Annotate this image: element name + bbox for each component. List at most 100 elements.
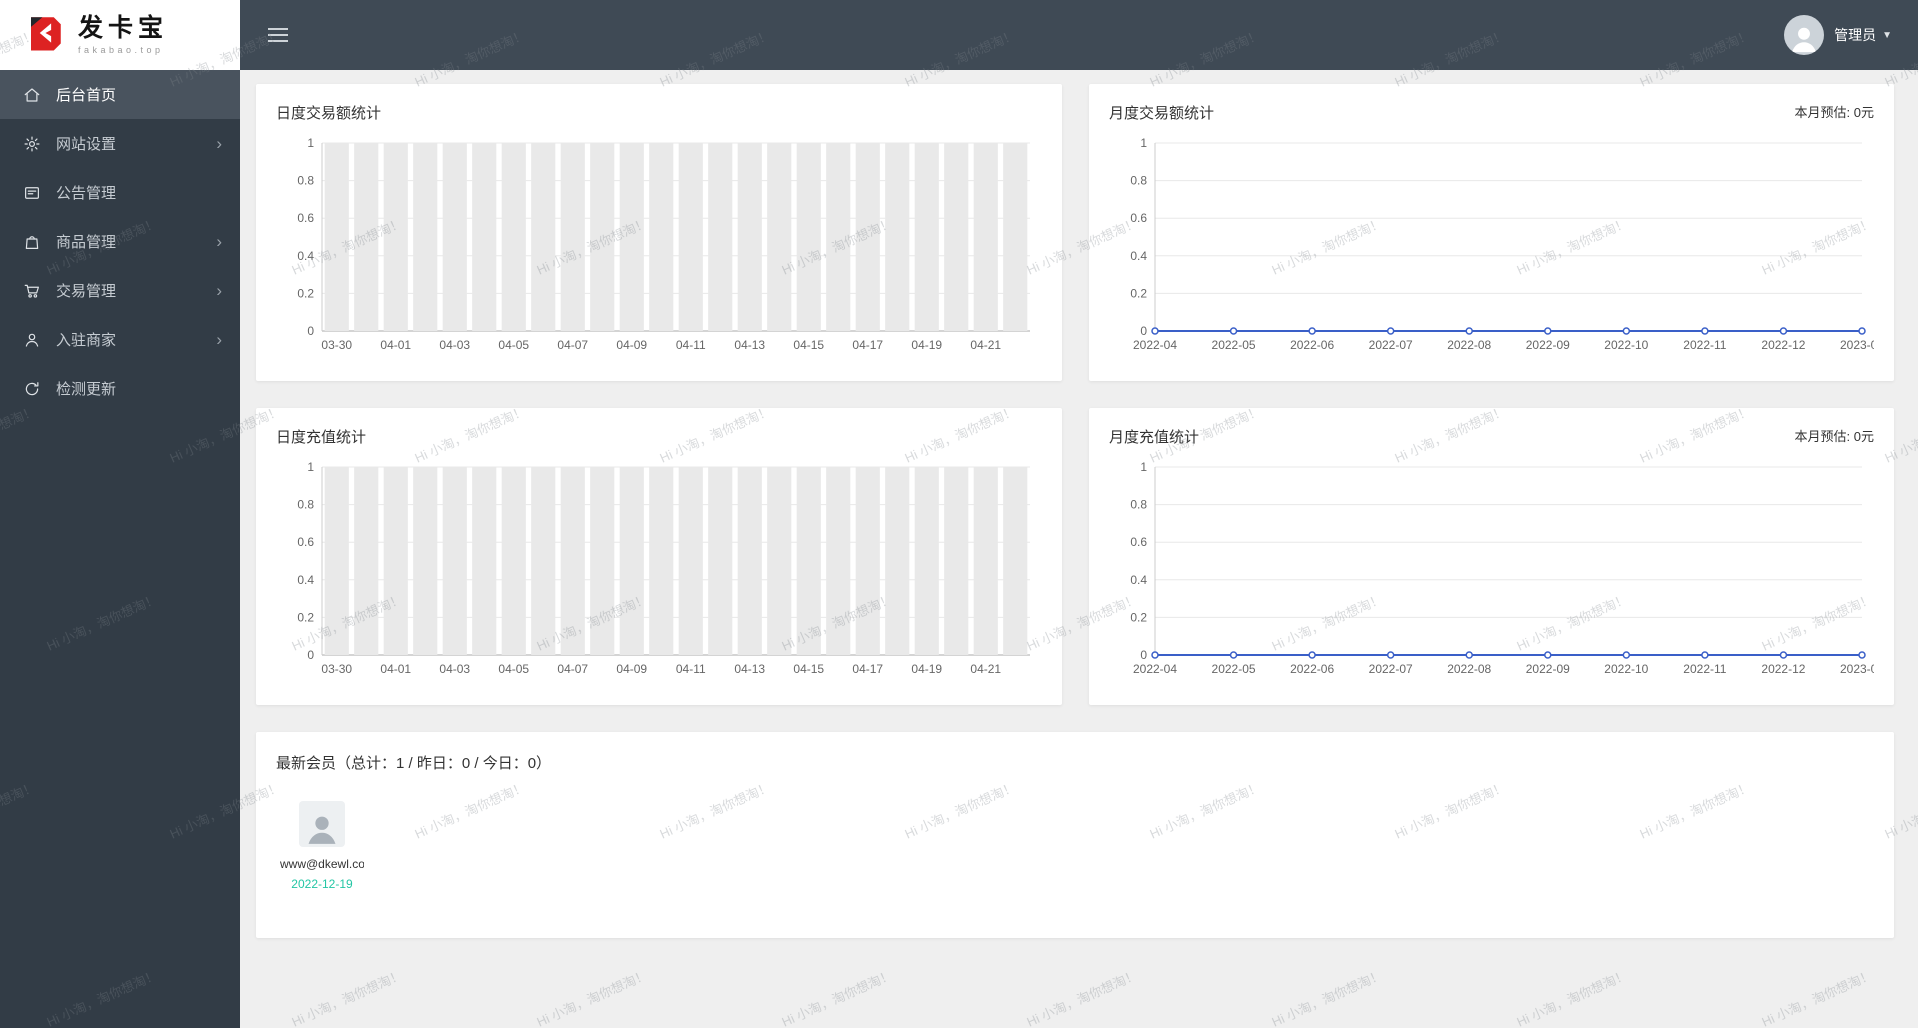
svg-text:04-01: 04-01: [380, 338, 411, 352]
card-title-monthly-trade: 月度交易额统计: [1109, 105, 1215, 122]
svg-text:2022-09: 2022-09: [1526, 662, 1570, 676]
svg-text:0.2: 0.2: [1130, 610, 1147, 624]
monthly-recharge-estimate: 本月预估: 0元: [1794, 429, 1874, 444]
svg-text:0.4: 0.4: [1130, 249, 1147, 263]
member-item[interactable]: www@dkewl.com 2022-12-19: [280, 801, 364, 891]
latest-members-title: 最新会员（总计：1 / 昨日：0 / 今日：0）: [276, 755, 552, 772]
svg-text:04-05: 04-05: [498, 662, 529, 676]
svg-text:2022-05: 2022-05: [1212, 338, 1256, 352]
svg-text:2022-06: 2022-06: [1290, 662, 1334, 676]
svg-text:04-01: 04-01: [380, 662, 411, 676]
svg-text:2022-04: 2022-04: [1133, 338, 1177, 352]
svg-text:2022-07: 2022-07: [1369, 662, 1413, 676]
sidebar-item-label: 交易管理: [56, 283, 117, 300]
svg-text:2022-11: 2022-11: [1683, 338, 1726, 352]
svg-text:2022-12: 2022-12: [1761, 662, 1805, 676]
sidebar-item-label: 网站设置: [56, 136, 117, 153]
main-column: 管理员 ▼ 日度交易额统计 0 0.2 0.4 0.6 0.8 1 03-30 04-01 04…: [240, 0, 1918, 1028]
svg-text:2022-05: 2022-05: [1212, 662, 1256, 676]
svg-text:2022-08: 2022-08: [1447, 338, 1491, 352]
sidebar-item-label: 公告管理: [56, 185, 117, 202]
svg-text:0.8: 0.8: [297, 174, 314, 188]
card-monthly-trade-stats: 月度交易额统计 本月预估: 0元 0 0.2 0.4 0.6 0.8 1 2022-04 20…: [1089, 84, 1894, 381]
member-date: 2022-12-19: [291, 877, 353, 891]
sidebar-item-0[interactable]: 后台首页: [0, 70, 240, 119]
brand-text: 发卡宝 fakabao.top: [78, 13, 169, 55]
card-head: 日度充值统计: [276, 426, 1042, 447]
svg-text:2022-12: 2022-12: [1761, 338, 1805, 352]
sidebar-nav: 后台首页 网站设置 › 公告管理 商品管理 › 交易管理 › 入驻商家 › 检测更新: [0, 70, 240, 413]
card-head: 月度交易额统计 本月预估: 0元: [1109, 102, 1874, 123]
member-list: www@dkewl.com 2022-12-19: [276, 801, 1874, 891]
card-daily-trade-stats: 日度交易额统计 0 0.2 0.4 0.6 0.8 1 03-30 04-01 04-03 04-…: [256, 84, 1062, 381]
svg-text:0.6: 0.6: [1130, 211, 1147, 225]
user-menu[interactable]: 管理员 ▼: [1834, 25, 1892, 45]
user-avatar[interactable]: [1784, 15, 1825, 55]
brand[interactable]: 发卡宝 fakabao.top: [0, 0, 240, 70]
svg-text:04-11: 04-11: [676, 338, 706, 352]
card-monthly-recharge-stats: 月度充值统计 本月预估: 0元 0 0.2 0.4 0.6 0.8 1 2022-04 202…: [1089, 408, 1894, 705]
svg-text:0.4: 0.4: [1130, 573, 1147, 587]
topbar: 管理员 ▼: [240, 0, 1918, 70]
svg-text:2022-10: 2022-10: [1604, 338, 1648, 352]
sidebar-item-6[interactable]: 检测更新: [0, 364, 240, 413]
svg-text:04-09: 04-09: [616, 338, 647, 352]
gear-icon: [22, 134, 42, 154]
svg-text:04-11: 04-11: [676, 662, 706, 676]
sidebar-item-2[interactable]: 公告管理: [0, 168, 240, 217]
refresh-icon: [22, 379, 42, 399]
svg-text:2022-04: 2022-04: [1133, 662, 1177, 676]
monthly-recharge-chart: 0 0.2 0.4 0.6 0.8 1 2022-04 2022-05 2022-06 2022-…: [1109, 453, 1874, 685]
chevron-right-icon: ›: [216, 330, 222, 349]
svg-text:2022-11: 2022-11: [1683, 662, 1726, 676]
page: 发卡宝 fakabao.top 后台首页 网站设置 › 公告管理 商品管理 › 交易管理 › 入…: [0, 0, 1918, 1028]
member-name: www@dkewl.com: [280, 857, 364, 871]
member-avatar: [299, 801, 345, 847]
svg-text:04-19: 04-19: [911, 662, 942, 676]
svg-text:0.8: 0.8: [1130, 498, 1147, 512]
sidebar: 发卡宝 fakabao.top 后台首页 网站设置 › 公告管理 商品管理 › 交易管理 › 入…: [0, 0, 240, 1028]
chevron-right-icon: ›: [216, 134, 222, 153]
user-name: 管理员: [1834, 27, 1877, 43]
caret-down-icon: ▼: [1882, 29, 1892, 41]
card-title-daily-trade: 日度交易额统计: [276, 105, 382, 122]
chevron-right-icon: ›: [216, 232, 222, 251]
svg-text:2022-09: 2022-09: [1526, 338, 1570, 352]
svg-text:0.6: 0.6: [297, 535, 314, 549]
svg-text:2022-08: 2022-08: [1447, 662, 1491, 676]
daily-recharge-chart: 0 0.2 0.4 0.6 0.8 1 03-30 04-01 04-03 04-05 04-07 0…: [276, 453, 1042, 685]
sidebar-item-4[interactable]: 交易管理 ›: [0, 266, 240, 315]
monthly-trade-chart: 0 0.2 0.4 0.6 0.8 1 2022-04 2022-05 2022-06 2022-…: [1109, 129, 1874, 361]
svg-text:2022-07: 2022-07: [1369, 338, 1413, 352]
svg-text:04-19: 04-19: [911, 338, 942, 352]
chevron-right-icon: ›: [216, 281, 222, 300]
sidebar-item-label: 检测更新: [56, 381, 117, 398]
charts-grid: 日度交易额统计 0 0.2 0.4 0.6 0.8 1 03-30 04-01 04-03 04-…: [256, 84, 1894, 705]
svg-text:0: 0: [1140, 324, 1147, 338]
svg-text:2023-01: 2023-01: [1840, 662, 1874, 676]
svg-text:04-13: 04-13: [734, 662, 765, 676]
card-head: 月度充值统计 本月预估: 0元: [1109, 426, 1874, 447]
svg-text:04-03: 04-03: [439, 338, 470, 352]
daily-trade-chart: 0 0.2 0.4 0.6 0.8 1 03-30 04-01 04-03 04-05 04-07 0…: [276, 129, 1042, 361]
svg-text:04-17: 04-17: [852, 338, 883, 352]
svg-text:1: 1: [1140, 136, 1147, 150]
svg-text:0.2: 0.2: [1130, 286, 1147, 300]
monthly-trade-estimate: 本月预估: 0元: [1794, 105, 1874, 120]
sidebar-item-3[interactable]: 商品管理 ›: [0, 217, 240, 266]
svg-text:04-07: 04-07: [557, 662, 588, 676]
brand-logo-icon: [24, 12, 66, 59]
sidebar-item-label: 商品管理: [56, 234, 117, 251]
svg-text:04-09: 04-09: [616, 662, 647, 676]
card-title-monthly-recharge: 月度充值统计: [1109, 429, 1200, 446]
user-icon: [22, 330, 42, 350]
svg-text:2023-01: 2023-01: [1840, 338, 1874, 352]
sidebar-item-5[interactable]: 入驻商家 ›: [0, 315, 240, 364]
card-daily-recharge-stats: 日度充值统计 0 0.2 0.4 0.6 0.8 1 03-30 04-01 04-03 04-0…: [256, 408, 1062, 705]
brand-name: 发卡宝: [78, 13, 169, 42]
hamburger-menu-icon[interactable]: [266, 24, 290, 46]
svg-text:0.2: 0.2: [297, 286, 314, 300]
sidebar-item-1[interactable]: 网站设置 ›: [0, 119, 240, 168]
brand-domain: fakabao.top: [78, 44, 164, 55]
svg-text:04-21: 04-21: [970, 338, 1001, 352]
